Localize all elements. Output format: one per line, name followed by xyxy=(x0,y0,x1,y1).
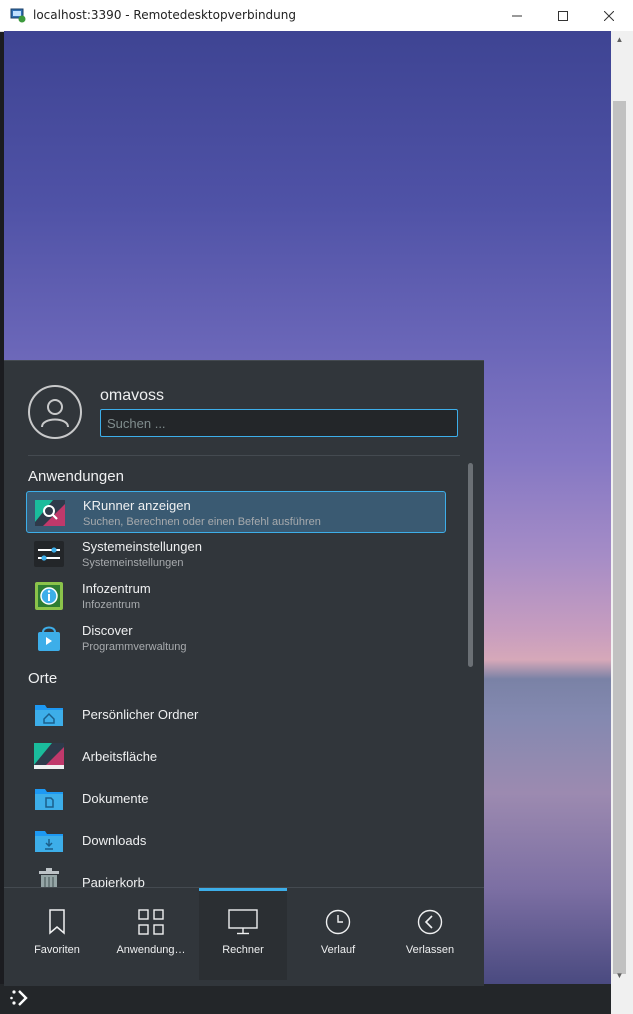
list-item-systemeinstellungen[interactable]: Systemeinstellungen Systemeinstellungen xyxy=(26,533,446,575)
item-name: Systemeinstellungen xyxy=(82,539,202,554)
list-item-dokumente[interactable]: Dokumente xyxy=(26,777,446,819)
list-item-krunner[interactable]: KRunner anzeigen Suchen, Berechnen oder … xyxy=(26,491,446,533)
plasma-panel xyxy=(0,984,611,1014)
scroll-up-icon[interactable]: ▲ xyxy=(611,31,628,48)
downloads-folder-icon xyxy=(35,831,63,852)
tab-anwendungen[interactable]: Anwendung… xyxy=(107,890,195,980)
item-description: Suchen, Berechnen oder einen Befehl ausf… xyxy=(83,516,321,528)
minimize-icon xyxy=(512,15,522,16)
tab-rechner[interactable]: Rechner xyxy=(199,888,287,980)
tab-label: Favoriten xyxy=(34,944,80,956)
close-button[interactable] xyxy=(586,0,632,31)
item-name: Papierkorb xyxy=(82,875,145,887)
tab-label: Verlassen xyxy=(405,944,455,956)
documents-folder-icon xyxy=(35,789,63,810)
scrollbar-thumb[interactable] xyxy=(613,101,626,974)
maximize-icon xyxy=(558,10,568,21)
list-item-downloads[interactable]: Downloads xyxy=(26,819,446,861)
discover-icon xyxy=(38,626,60,651)
tab-label: Verlauf xyxy=(320,944,356,956)
list-item-papierkorb[interactable]: Papierkorb xyxy=(26,861,446,887)
list-item-home[interactable]: Persönlicher Ordner xyxy=(26,693,446,735)
settings-icon xyxy=(34,541,64,567)
window-border xyxy=(628,31,633,1014)
tab-verlauf[interactable]: Verlauf xyxy=(294,890,382,980)
header-divider xyxy=(28,455,460,456)
vertical-scrollbar[interactable]: ▲ ▼ xyxy=(611,31,628,984)
item-name: Infozentrum xyxy=(82,581,151,596)
section-applications: Anwendungen xyxy=(28,468,124,485)
menu-scrollbar[interactable] xyxy=(468,463,473,667)
list-item-discover[interactable]: Discover Programmverwaltung xyxy=(26,617,446,659)
maximize-button[interactable] xyxy=(540,0,586,31)
plasma-launcher-icon xyxy=(10,990,28,1006)
clock-icon xyxy=(325,909,351,935)
item-name: Discover xyxy=(82,623,133,638)
application-menu: omavoss Anwendungen KRunner anzeigen Suc… xyxy=(4,360,484,986)
close-icon xyxy=(604,10,614,21)
application-launcher-button[interactable] xyxy=(10,988,36,1008)
item-description: Infozentrum xyxy=(82,599,141,611)
list-item-arbeitsflaeche[interactable]: Arbeitsfläche xyxy=(26,735,446,777)
search-input[interactable] xyxy=(100,409,458,437)
home-folder-icon xyxy=(35,705,63,726)
scroll-down-icon[interactable]: ▼ xyxy=(611,967,628,984)
desktop-icon xyxy=(34,743,64,769)
item-name: Arbeitsfläche xyxy=(82,749,158,764)
item-name: Downloads xyxy=(82,833,147,848)
window-titlebar: localhost:3390 - Remotedesktopverbindung xyxy=(0,0,633,32)
window-title: localhost:3390 - Remotedesktopverbindung xyxy=(33,8,296,22)
user-icon xyxy=(41,399,69,428)
bookmark-icon xyxy=(49,909,65,935)
item-description: Programmverwaltung xyxy=(82,641,187,653)
item-name: Persönlicher Ordner xyxy=(82,707,199,722)
computer-icon xyxy=(228,909,258,935)
avatar[interactable] xyxy=(28,385,82,439)
back-icon xyxy=(417,909,443,935)
trash-icon xyxy=(39,868,59,887)
grid-icon xyxy=(138,909,164,935)
menu-tabbar: Favoriten Anwendung… Rechner Verlauf Ver… xyxy=(4,887,484,986)
tab-label: Rechner xyxy=(222,944,264,956)
item-name: KRunner anzeigen xyxy=(83,498,191,513)
remote-desktop-icon xyxy=(10,8,26,23)
scrollbar-corner xyxy=(611,984,633,1014)
tab-favoriten[interactable]: Favoriten xyxy=(13,890,101,980)
krunner-icon xyxy=(35,500,65,526)
minimize-button[interactable] xyxy=(494,0,540,31)
username: omavoss xyxy=(100,387,165,404)
section-places: Orte xyxy=(28,670,58,687)
list-item-infozentrum[interactable]: Infozentrum Infozentrum xyxy=(26,575,446,617)
info-icon xyxy=(35,582,63,610)
tab-verlassen[interactable]: Verlassen xyxy=(386,890,474,980)
item-description: Systemeinstellungen xyxy=(82,557,184,569)
tab-label: Anwendung… xyxy=(116,944,186,956)
item-name: Dokumente xyxy=(82,791,149,806)
